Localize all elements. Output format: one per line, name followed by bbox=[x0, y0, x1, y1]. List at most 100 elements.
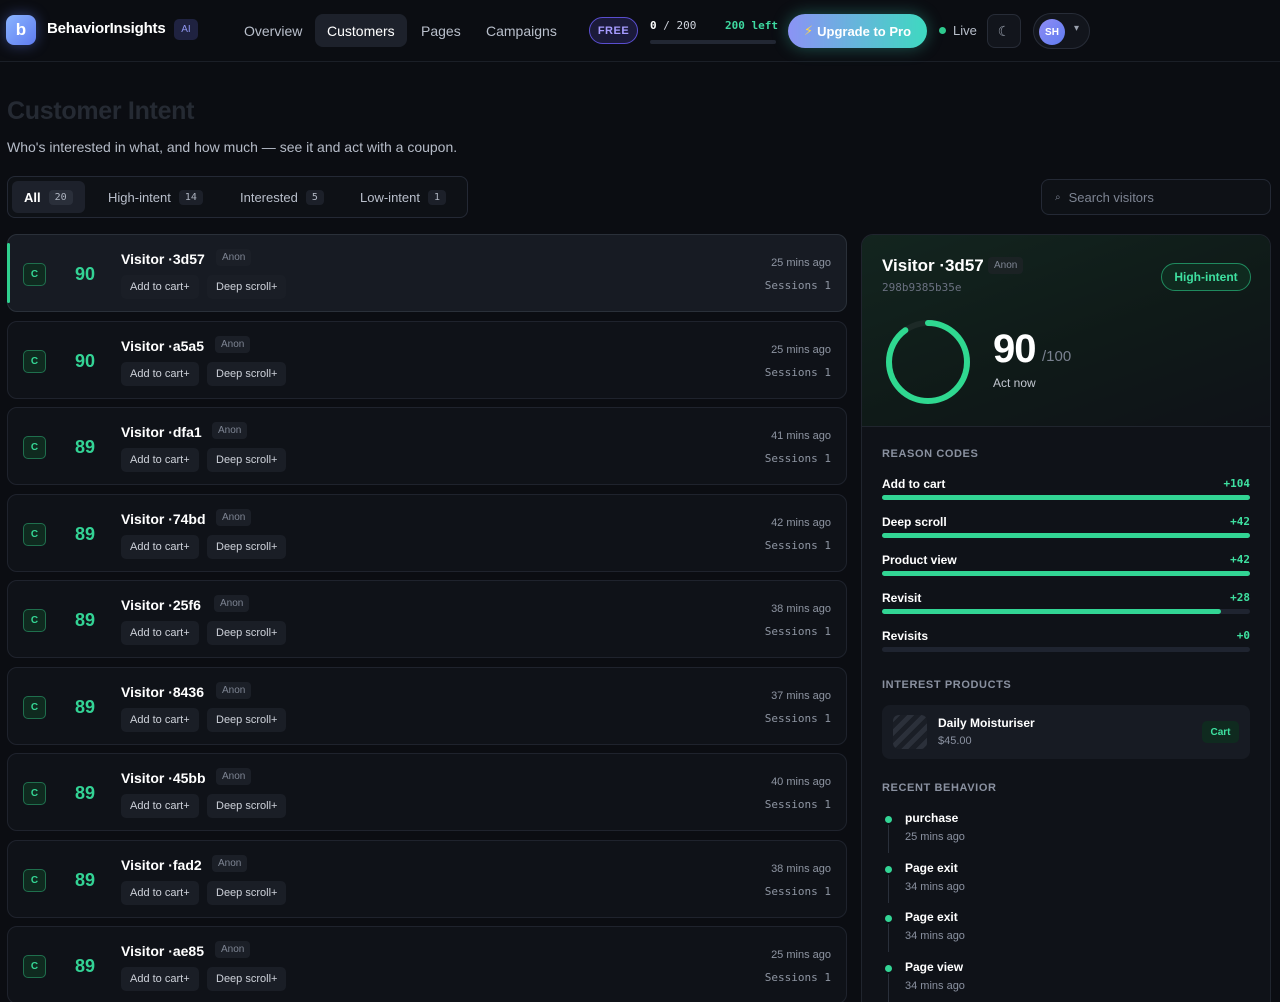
reason-name: Deep scroll bbox=[882, 515, 947, 529]
last-seen-time: 25 mins ago bbox=[771, 257, 831, 269]
reason-bar bbox=[882, 533, 1250, 538]
reason-value: +28 bbox=[1230, 591, 1250, 604]
timeline-line bbox=[888, 825, 889, 853]
visitor-score: 90 bbox=[74, 351, 96, 371]
visitor-score: 89 bbox=[74, 783, 96, 803]
visitor-score: 90 bbox=[74, 264, 96, 284]
detail-visitor-name: Visitor ·3d57 bbox=[882, 256, 984, 275]
reason-bar bbox=[882, 495, 1250, 500]
visitor-score: 89 bbox=[74, 956, 96, 976]
session-count: Sessions 1 bbox=[764, 798, 831, 811]
visitor-score: 89 bbox=[74, 697, 96, 717]
product-price: $45.00 bbox=[938, 735, 972, 747]
nav-overview[interactable]: Overview bbox=[232, 14, 314, 47]
quota-total: / 200 bbox=[663, 19, 697, 32]
upgrade-label: Upgrade to Pro bbox=[817, 23, 912, 39]
visitor-card[interactable]: C 90 Visitor ·3d57 Anon Add to cart+ Deep scr… bbox=[7, 234, 847, 312]
visitor-card[interactable]: C 89 Visitor ·25f6 Anon Add to cart+ Deep scr… bbox=[7, 580, 847, 658]
event-name: Page view bbox=[905, 959, 964, 974]
visitor-score: 89 bbox=[74, 610, 96, 630]
timeline-dot-icon bbox=[885, 964, 892, 972]
reason-code-row: Revisit +28 bbox=[882, 591, 1250, 617]
visitor-card[interactable]: C 89 Visitor ·dfa1 Anon Add to cart+ Deep scr… bbox=[7, 407, 847, 485]
signal-tag: Add to cart+ bbox=[121, 275, 199, 299]
timeline-dot-icon bbox=[885, 915, 892, 922]
grade-badge: C bbox=[23, 523, 46, 546]
search-input[interactable] bbox=[1068, 189, 1249, 205]
visitor-card[interactable]: C 89 Visitor ·8436 Anon Add to cart+ Deep scr… bbox=[7, 667, 847, 745]
visitor-card[interactable]: C 90 Visitor ·a5a5 Anon Add to cart+ Deep scr… bbox=[7, 321, 847, 399]
app-logo[interactable]: b bbox=[6, 15, 36, 45]
session-count: Sessions 1 bbox=[764, 366, 831, 379]
anon-badge: Anon bbox=[215, 941, 251, 958]
session-count: Sessions 1 bbox=[764, 971, 831, 984]
visitor-name: Visitor ·dfa1 bbox=[121, 424, 202, 440]
filter-tab-interested[interactable]: Interested 5 bbox=[228, 181, 336, 213]
filter-label: Interested bbox=[240, 189, 298, 205]
grade-badge: C bbox=[23, 782, 46, 805]
intent-filter-tabs: All 20 High-intent 14 Interested 5 Low-i… bbox=[7, 176, 468, 218]
app-name[interactable]: BehaviorInsights bbox=[47, 20, 166, 37]
signal-tag: Deep scroll+ bbox=[207, 535, 287, 559]
visitor-detail-panel: Visitor ·3d57 Anon 298b9385b35e High-int… bbox=[861, 234, 1271, 1002]
signal-tag: Add to cart+ bbox=[121, 362, 199, 386]
visitor-card[interactable]: C 89 Visitor ·ae85 Anon Add to cart+ Deep scr… bbox=[7, 926, 847, 1002]
quota-remaining: 200 left bbox=[725, 19, 778, 32]
last-seen-time: 38 mins ago bbox=[771, 863, 831, 875]
last-seen-time: 25 mins ago bbox=[771, 949, 831, 961]
plan-badge: FREE bbox=[589, 17, 638, 44]
score-max: /100 bbox=[1042, 348, 1072, 365]
reason-value: +42 bbox=[1230, 515, 1250, 528]
product-card[interactable]: Daily Moisturiser $45.00 Cart bbox=[882, 705, 1250, 759]
search-box[interactable]: ⌕ bbox=[1041, 179, 1271, 215]
reason-code-row: Add to cart +104 bbox=[882, 477, 1250, 503]
nav-campaigns[interactable]: Campaigns bbox=[474, 14, 569, 47]
detail-header: Visitor ·3d57 Anon 298b9385b35e High-int… bbox=[862, 235, 1270, 427]
last-seen-time: 41 mins ago bbox=[771, 430, 831, 442]
session-count: Sessions 1 bbox=[764, 712, 831, 725]
visitor-name: Visitor ·3d57 bbox=[121, 251, 205, 267]
event-name: purchase bbox=[905, 811, 959, 825]
reason-bar-fill bbox=[882, 533, 1250, 538]
reason-value: +104 bbox=[1223, 477, 1251, 490]
live-status-dot-icon bbox=[939, 27, 946, 34]
filter-tab-all[interactable]: All 20 bbox=[12, 181, 85, 213]
visitor-card[interactable]: C 89 Visitor ·74bd Anon Add to cart+ Deep scr… bbox=[7, 494, 847, 572]
signal-tag: Add to cart+ bbox=[121, 535, 199, 559]
search-icon: ⌕ bbox=[1055, 191, 1061, 203]
anon-badge: Anon bbox=[216, 768, 252, 785]
anon-badge: Anon bbox=[216, 682, 252, 699]
reason-value: +42 bbox=[1230, 553, 1250, 566]
filter-tab-low-intent[interactable]: Low-intent 1 bbox=[348, 181, 458, 213]
timeline-dot-icon bbox=[885, 865, 892, 873]
filter-count: 14 bbox=[178, 189, 203, 205]
upgrade-button[interactable]: ⚡ Upgrade to Pro bbox=[788, 14, 927, 48]
reason-bar-fill bbox=[882, 495, 1250, 500]
filter-tab-high-intent[interactable]: High-intent 14 bbox=[96, 181, 215, 213]
behavior-event: Page view 34 mins ago bbox=[882, 960, 1250, 1002]
anon-badge: Anon bbox=[216, 249, 252, 266]
nav-customers[interactable]: Customers bbox=[315, 14, 407, 47]
reason-name: Product view bbox=[882, 553, 957, 567]
signal-tag: Add to cart+ bbox=[121, 708, 199, 732]
visitor-card[interactable]: C 89 Visitor ·45bb Anon Add to cart+ Deep scr… bbox=[7, 753, 847, 831]
reason-code-row: Product view +42 bbox=[882, 553, 1250, 579]
visitor-card[interactable]: C 89 Visitor ·fad2 Anon Add to cart+ Deep scr… bbox=[7, 840, 847, 918]
signal-tag: Add to cart+ bbox=[121, 448, 199, 472]
filter-label: All bbox=[24, 189, 41, 205]
filter-label: Low-intent bbox=[360, 189, 420, 205]
reason-codes-title: REASON CODES bbox=[882, 448, 979, 460]
grade-badge: C bbox=[23, 263, 46, 286]
visitor-name: Visitor ·45bb bbox=[121, 770, 206, 786]
anon-badge: Anon bbox=[216, 509, 252, 526]
quota-used: 0 bbox=[650, 19, 657, 32]
product-thumbnail bbox=[893, 715, 927, 749]
account-menu-button[interactable]: SH ▾ bbox=[1033, 13, 1090, 49]
quota-count: 0 / 200 bbox=[650, 19, 696, 32]
session-count: Sessions 1 bbox=[764, 625, 831, 638]
signal-tag: Deep scroll+ bbox=[207, 881, 287, 905]
timeline-line bbox=[888, 973, 889, 1002]
grade-badge: C bbox=[23, 696, 46, 719]
theme-toggle-button[interactable]: ☾ bbox=[987, 14, 1021, 48]
nav-pages[interactable]: Pages bbox=[409, 14, 473, 47]
